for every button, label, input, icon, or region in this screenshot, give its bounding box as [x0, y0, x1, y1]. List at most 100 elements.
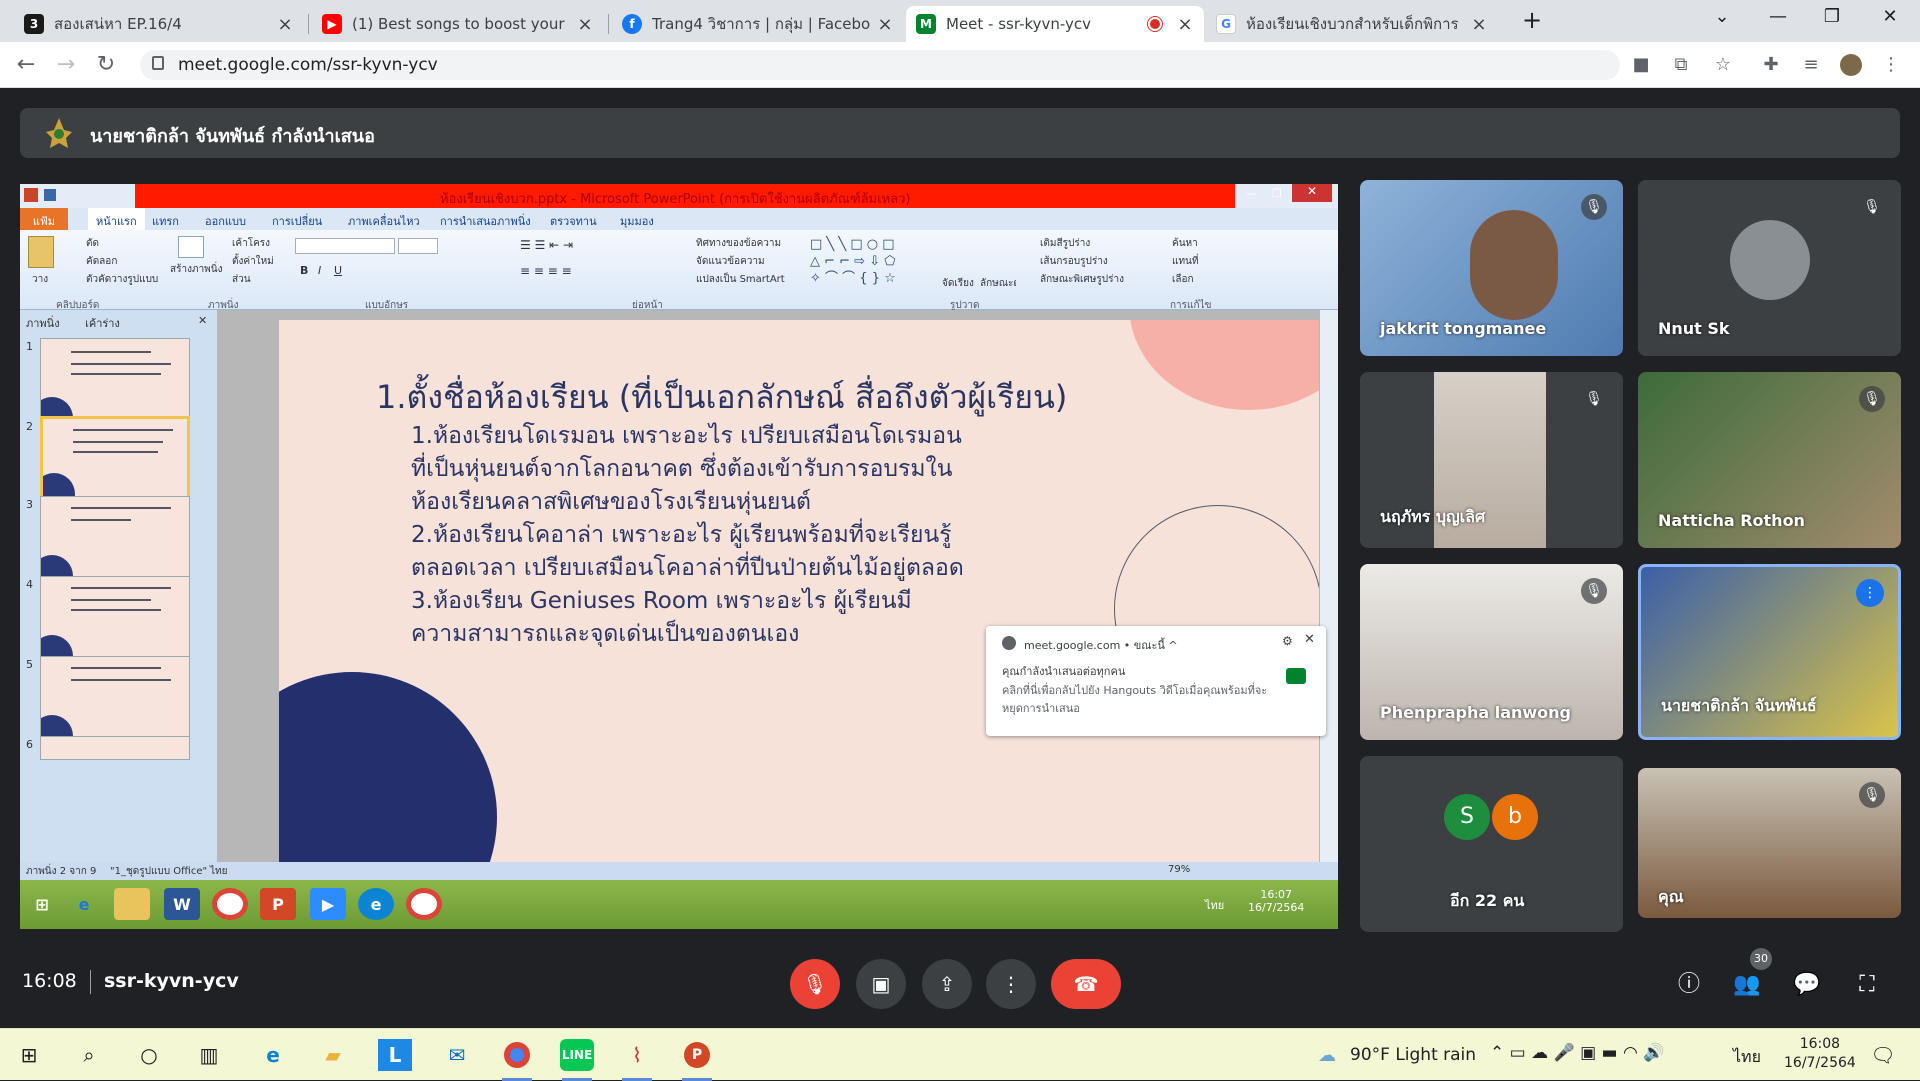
close-icon[interactable]: ✕	[1304, 632, 1315, 647]
italic-icon[interactable]: I	[318, 264, 321, 277]
browser-tab-active[interactable]: M Meet - ssr-kyvn-ycv ×	[906, 6, 1204, 42]
url-text[interactable]: meet.google.com/ssr-kyvn-ycv	[178, 55, 438, 75]
file-explorer-icon[interactable]: ▰	[316, 1039, 350, 1071]
minimize-icon[interactable]: —	[1758, 6, 1798, 27]
maximize-icon[interactable]: ❐	[1812, 6, 1852, 27]
acrobat-icon[interactable]: ⌇	[620, 1039, 654, 1081]
input-language[interactable]: ไทย	[1733, 1045, 1761, 1070]
ribbon-cut[interactable]: ตัด	[86, 236, 99, 251]
new-slide-icon[interactable]	[178, 236, 204, 258]
forward-arrow-icon[interactable]: →	[52, 52, 80, 77]
windows-start-icon[interactable]: ⊞	[12, 1039, 46, 1071]
ppt-menu-design[interactable]: ออกแบบ	[205, 212, 246, 230]
menu-kebab-icon[interactable]: ⋮	[1880, 54, 1902, 76]
ribbon-smartart[interactable]: แปลงเป็น SmartArt	[696, 272, 785, 287]
ppt-menu-slideshow[interactable]: การนำเสนอภาพนิ่ง	[440, 212, 531, 230]
tab-close-icon[interactable]: ×	[576, 14, 594, 35]
bookmark-star-icon[interactable]: ☆	[1712, 54, 1734, 76]
quick-access-save-icon[interactable]	[44, 189, 56, 201]
ribbon-quick-styles[interactable]: ลักษณะด่วน	[980, 276, 1016, 291]
file-explorer-icon[interactable]	[114, 888, 150, 920]
window-close-icon[interactable]: ✕	[1870, 6, 1910, 27]
camera-button[interactable]: ▣	[856, 959, 906, 1009]
participant-tile[interactable]: 🎙 Phenprapha lanwong	[1360, 564, 1623, 740]
camera-in-use-icon[interactable]: ■	[1630, 54, 1652, 76]
underline-icon[interactable]: U	[334, 264, 342, 277]
chrome-icon[interactable]	[500, 1039, 534, 1081]
weather-text[interactable]: 90°F Light rain	[1350, 1045, 1476, 1065]
meeting-code[interactable]: ssr-kyvn-ycv	[104, 970, 239, 992]
tab-close-icon[interactable]: ×	[1470, 14, 1488, 35]
status-zoom[interactable]: 79%	[1168, 864, 1190, 875]
word-icon[interactable]: W	[164, 888, 200, 920]
ribbon-align-text[interactable]: จัดแนวข้อความ	[696, 254, 765, 269]
browser-tab[interactable]: f Trang4 วิชาการ | กลุ่ม | Facebook ×	[612, 6, 904, 42]
browser-tab[interactable]: G ห้องเรียนเชิงบวกสำหรับเด็กพิการ - Go ×	[1206, 6, 1498, 42]
meeting-info-icon[interactable]: ⓘ	[1674, 970, 1704, 1000]
edge-icon[interactable]: e	[358, 888, 394, 920]
reload-icon[interactable]: ↻	[92, 52, 120, 77]
paste-icon[interactable]	[28, 236, 54, 268]
shapes-gallery[interactable]: □ ╲ ╲ □ ○ □ △ ⌐ ⌐ ⇨ ⇩ ⬠ ✧ ⌒ ⌒ { } ☆	[810, 236, 930, 288]
participant-tile-self[interactable]: 🎙 คุณ	[1638, 768, 1901, 918]
presenting-notification[interactable]: meet.google.com • ขณะนี้ ^ ⚙ ✕ คุณกำลังน…	[986, 626, 1326, 736]
tab-close-icon[interactable]: ×	[876, 14, 894, 35]
slide-thumbnail[interactable]	[40, 576, 190, 662]
extensions-puzzle-icon[interactable]: ✚	[1760, 54, 1782, 76]
ppt-minimize-icon[interactable]: —	[1246, 187, 1257, 200]
cortana-circle-icon[interactable]: ○	[132, 1039, 166, 1071]
search-icon[interactable]: ⌕	[72, 1039, 106, 1071]
current-slide[interactable]: 1.ตั้งชื่อห้องเรียน (ที่เป็นเอกลักษณ์ สื…	[279, 320, 1319, 862]
slide-heading[interactable]: 1.ตั้งชื่อห้องเรียน (ที่เป็นเอกลักษณ์ สื…	[376, 372, 1067, 423]
activities-icon[interactable]: ⛶	[1852, 970, 1882, 1000]
ppt-menu-review[interactable]: ตรวจทาน	[550, 212, 597, 230]
font-name-combobox[interactable]	[295, 238, 395, 254]
mail-icon[interactable]: ✉	[440, 1039, 474, 1071]
thumbs-tab-outline[interactable]: เค้าร่าง	[85, 317, 120, 330]
participant-tile[interactable]: 🎙 Nnut Sk	[1638, 180, 1901, 356]
system-tray-icons[interactable]: ⌃ ▭ ☁ 🎤 ▣ ▬ ◠ 🔊	[1490, 1043, 1664, 1063]
bold-icon[interactable]: B	[300, 264, 308, 277]
win7-language[interactable]: ไทย	[1205, 896, 1224, 914]
ribbon-shape-fill[interactable]: เติมสีรูปร่าง	[1040, 236, 1090, 251]
participant-tile[interactable]: 🎙 นฤภัทร บุญเลิศ	[1360, 372, 1623, 548]
ribbon-layout[interactable]: เค้าโครง	[232, 236, 270, 251]
slide-body[interactable]: 1.ห้องเรียนโดเรมอน เพราะอะไร เปรียบเสมือ…	[411, 420, 1051, 651]
ppt-menu-insert[interactable]: แทรก	[152, 212, 179, 230]
ppt-menu-transitions[interactable]: การเปลี่ยน	[272, 212, 322, 230]
ppt-menu-file[interactable]: แฟ้ม	[20, 208, 68, 230]
internet-explorer-icon[interactable]: e	[66, 888, 102, 920]
people-icon[interactable]: 👥	[1732, 970, 1762, 1000]
zoom-icon[interactable]: ▶	[310, 888, 346, 920]
notifications-icon[interactable]: 🗨	[1866, 1039, 1900, 1071]
ribbon-format-painter[interactable]: ตัวคัดวางรูปแบบ	[86, 272, 158, 287]
ppt-menu-home[interactable]: หน้าแรก	[88, 208, 145, 230]
ribbon-shape-effects[interactable]: ลักษณะพิเศษรูปร่าง	[1040, 272, 1124, 287]
ribbon-arrange[interactable]: จัดเรียง	[942, 276, 974, 291]
slide-thumbnail[interactable]	[40, 736, 190, 760]
win7-start-icon[interactable]: ⊞	[24, 888, 60, 920]
participant-tile[interactable]: 🎙 Natticha Rothon	[1638, 372, 1901, 548]
ribbon-reset[interactable]: ตั้งค่าใหม่	[232, 254, 274, 269]
slide-thumbnail-selected[interactable]	[40, 416, 190, 502]
thumbs-tab-slides[interactable]: ภาพนิ่ง	[26, 317, 60, 330]
chat-icon[interactable]: 💬	[1792, 970, 1822, 1000]
taskbar-clock[interactable]: 16:08 16/7/2564	[1784, 1035, 1856, 1073]
media-queue-icon[interactable]: ≡	[1800, 54, 1822, 76]
ppt-close-icon[interactable]: ✕	[1292, 184, 1332, 202]
ribbon-replace[interactable]: แทนที่	[1172, 254, 1198, 269]
translate-icon[interactable]: ⧉	[1670, 54, 1692, 76]
browser-tab[interactable]: ▶ (1) Best songs to boost your mood ×	[312, 6, 604, 42]
win7-clock[interactable]: 16:07 16/7/2564	[1248, 888, 1304, 914]
more-options-button[interactable]: ⋮	[986, 959, 1036, 1009]
ribbon-section[interactable]: ส่วน	[232, 272, 251, 287]
task-view-icon[interactable]: ▥	[192, 1039, 226, 1071]
paragraph-bullets-icon[interactable]: ☰ ☰ ⇤ ⇥	[520, 238, 573, 252]
ribbon-copy[interactable]: คัดลอก	[86, 254, 117, 269]
l-app-icon[interactable]: L	[378, 1039, 412, 1071]
edge-icon[interactable]: e	[256, 1039, 290, 1071]
tab-close-icon[interactable]: ×	[1176, 14, 1194, 35]
powerpoint-icon[interactable]: P	[680, 1039, 714, 1081]
ribbon-find[interactable]: ค้นหา	[1172, 236, 1198, 251]
present-screen-button[interactable]: ⇪	[922, 959, 972, 1009]
